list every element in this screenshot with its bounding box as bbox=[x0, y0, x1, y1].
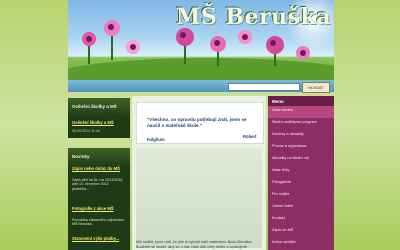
content-background: Milí rodiče, jsme rádi, že jste si vybra… bbox=[136, 148, 262, 249]
flower-icon bbox=[210, 36, 226, 52]
flower-icon bbox=[82, 32, 96, 46]
welcome-paragraph: Milí rodiče, jsme rádi, že jste si vybra… bbox=[136, 240, 253, 249]
green-hill bbox=[68, 58, 334, 80]
menu-item[interactable]: Kniha návštěv bbox=[268, 238, 334, 250]
awards-date: 06.09.2014 11:44 bbox=[72, 129, 100, 133]
menu-item-label: Jídelní lístek bbox=[272, 204, 294, 208]
search-button[interactable]: HLEDAT bbox=[302, 82, 330, 93]
quote-author-last: Fulghum bbox=[147, 137, 165, 142]
menu-item-label: Naše třídy bbox=[272, 168, 290, 172]
news-box-title: Novinky bbox=[72, 154, 90, 159]
menu-item-label: Novinky a aktuality bbox=[272, 132, 304, 136]
news-link-2[interactable]: Fotografie z akce MŠ bbox=[72, 206, 126, 211]
stem-icon bbox=[88, 46, 90, 64]
search-input[interactable] bbox=[228, 83, 300, 91]
stem-icon bbox=[111, 36, 113, 60]
awards-link[interactable]: Ocěnění školky a MŠ bbox=[72, 120, 126, 125]
quote-author-first: Robert bbox=[243, 134, 257, 139]
flower-icon bbox=[296, 46, 310, 60]
quote-box: "Všechno, co opravdu potřebuji znát, jse… bbox=[136, 102, 264, 144]
menu-item-label: Zápis do MŠ bbox=[272, 228, 294, 232]
right-menu: Menu Naše školka Školní vzdělávací progr… bbox=[268, 96, 334, 250]
news-text-1: Zápis dětí na šk. rok 2014/2015, dne 14.… bbox=[72, 178, 124, 191]
news-text-2: Pozvánka zábavného odpoledne MŠ Beruška bbox=[72, 218, 125, 227]
menu-item-label: Kniha návštěv bbox=[272, 240, 296, 244]
awards-box: Ocěnění školky a MŠ Ocěnění školky a MŠ … bbox=[68, 98, 130, 138]
news-box: Novinky Zápis nebo dotaz do MŠ Zápis dět… bbox=[68, 148, 130, 250]
flower-icon bbox=[266, 36, 284, 54]
stem-icon bbox=[274, 54, 276, 66]
flower-icon bbox=[238, 30, 252, 44]
menu-item-label: Kontakt bbox=[272, 216, 285, 220]
stem-icon bbox=[184, 46, 186, 64]
menu-item-label: Pro rodiče bbox=[272, 192, 290, 196]
menu-header: Menu bbox=[268, 96, 334, 106]
flower-icon bbox=[176, 28, 194, 46]
stem-icon bbox=[217, 52, 219, 66]
flower-icon bbox=[126, 40, 140, 54]
menu-item-label: Naše školka bbox=[272, 108, 293, 112]
quote-text: "Všechno, co opravdu potřebuji znát, jse… bbox=[147, 117, 247, 128]
flower-icon bbox=[104, 20, 120, 36]
news-link-3[interactable]: Stanovení výše platby... bbox=[72, 236, 126, 241]
page: MŠ Beruška HLEDAT Ocěnění školky a MŠ Oc… bbox=[0, 0, 400, 250]
menu-item-label: Školní vzdělávací program bbox=[272, 120, 317, 124]
menu-title: Menu bbox=[272, 99, 284, 104]
menu-item-label: Provoz a organizace bbox=[272, 144, 307, 148]
main-content: "Všechno, co opravdu potřebuji znát, jse… bbox=[132, 96, 266, 250]
menu-item-label: Aktuality na školní rok bbox=[272, 156, 309, 160]
awards-box-title: Ocěnění školky a MŠ bbox=[72, 104, 117, 109]
header-banner: MŠ Beruška bbox=[68, 0, 334, 80]
menu-item-label: Fotogalerie bbox=[272, 180, 291, 184]
left-sidebar: Ocěnění školky a MŠ Ocěnění školky a MŠ … bbox=[68, 96, 130, 250]
site-title: MŠ Beruška bbox=[176, 4, 331, 30]
news-link-1[interactable]: Zápis nebo dotaz do MŠ bbox=[72, 166, 126, 171]
